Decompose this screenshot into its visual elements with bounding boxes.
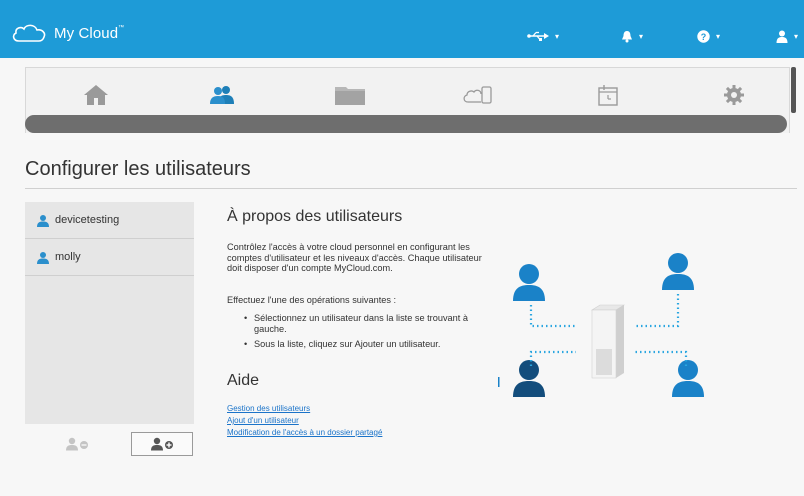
bell-icon — [622, 30, 632, 42]
chevron-down-icon: ▾ — [716, 31, 721, 41]
user-list-item[interactable]: molly — [25, 239, 194, 276]
nav-backups[interactable] — [588, 80, 628, 110]
svg-text:?: ? — [701, 32, 707, 42]
about-operations-intro: Effectuez l'une des opérations suivantes… — [227, 295, 397, 305]
usb-icon — [527, 31, 549, 41]
nav-cloud-access[interactable] — [458, 80, 498, 110]
about-steps: Sélectionnez un utilisateur dans la list… — [244, 313, 479, 355]
home-icon — [84, 85, 108, 105]
help-title: Aide — [227, 372, 260, 389]
cloud-device-icon — [463, 86, 492, 104]
user-name: molly — [55, 251, 81, 263]
add-user-button[interactable] — [131, 432, 193, 456]
help-menu-button[interactable]: ? ▾ — [697, 26, 720, 46]
usb-menu-button[interactable]: ▾ — [527, 26, 559, 46]
account-menu-button[interactable]: ▾ — [776, 26, 798, 46]
about-description: Contrôlez l'accès à votre cloud personne… — [227, 242, 482, 273]
folder-icon — [335, 87, 365, 105]
user-list-item[interactable]: devicetesting — [25, 202, 194, 239]
user-icon — [776, 30, 788, 43]
backup-clock-icon — [598, 85, 618, 106]
chevron-down-icon: ▾ — [555, 31, 560, 41]
brand-logo[interactable]: My Cloud™ — [10, 23, 124, 43]
cloud-logo-icon — [12, 24, 46, 42]
add-user-icon — [151, 437, 173, 451]
remove-user-button[interactable] — [46, 432, 108, 456]
remove-user-icon — [66, 437, 88, 451]
help-link-manage-users[interactable]: Gestion des utilisateurs — [227, 404, 310, 413]
user-list: devicetesting molly — [25, 202, 194, 424]
horizontal-scrollbar[interactable] — [25, 115, 787, 133]
user-icon — [37, 251, 49, 264]
help-link-add-user[interactable]: Ajout d'un utilisateur — [227, 416, 299, 425]
help-link-share-access[interactable]: Modification de l'accès à un dossier par… — [227, 428, 382, 437]
about-step: Sous la liste, cliquez sur Ajouter un ut… — [244, 339, 479, 350]
gear-icon — [724, 85, 744, 105]
users-illustration — [498, 253, 704, 397]
brand-trademark: ™ — [118, 24, 125, 31]
help-icon: ? — [697, 29, 710, 43]
divider — [25, 188, 797, 189]
about-title: À propos des utilisateurs — [227, 208, 403, 225]
nav-home[interactable] — [76, 80, 116, 110]
chevron-down-icon: ▾ — [639, 31, 644, 41]
nav-settings[interactable] — [714, 80, 754, 110]
nav-shares[interactable] — [330, 80, 370, 110]
nav-users[interactable] — [203, 80, 243, 110]
users-icon — [210, 86, 234, 104]
brand-text: My Cloud — [54, 24, 119, 42]
user-name: devicetesting — [55, 214, 120, 226]
notifications-button[interactable]: ▾ — [621, 26, 643, 46]
chevron-down-icon: ▾ — [794, 31, 799, 41]
top-bar: My Cloud™ ▾ ▾ ? ▾ ▾ — [0, 0, 804, 58]
vertical-scrollbar[interactable] — [791, 67, 796, 113]
brand-name: My Cloud™ — [54, 25, 124, 42]
user-icon — [37, 214, 49, 227]
page-title: Configurer les utilisateurs — [25, 158, 251, 180]
about-step: Sélectionnez un utilisateur dans la list… — [244, 313, 479, 334]
